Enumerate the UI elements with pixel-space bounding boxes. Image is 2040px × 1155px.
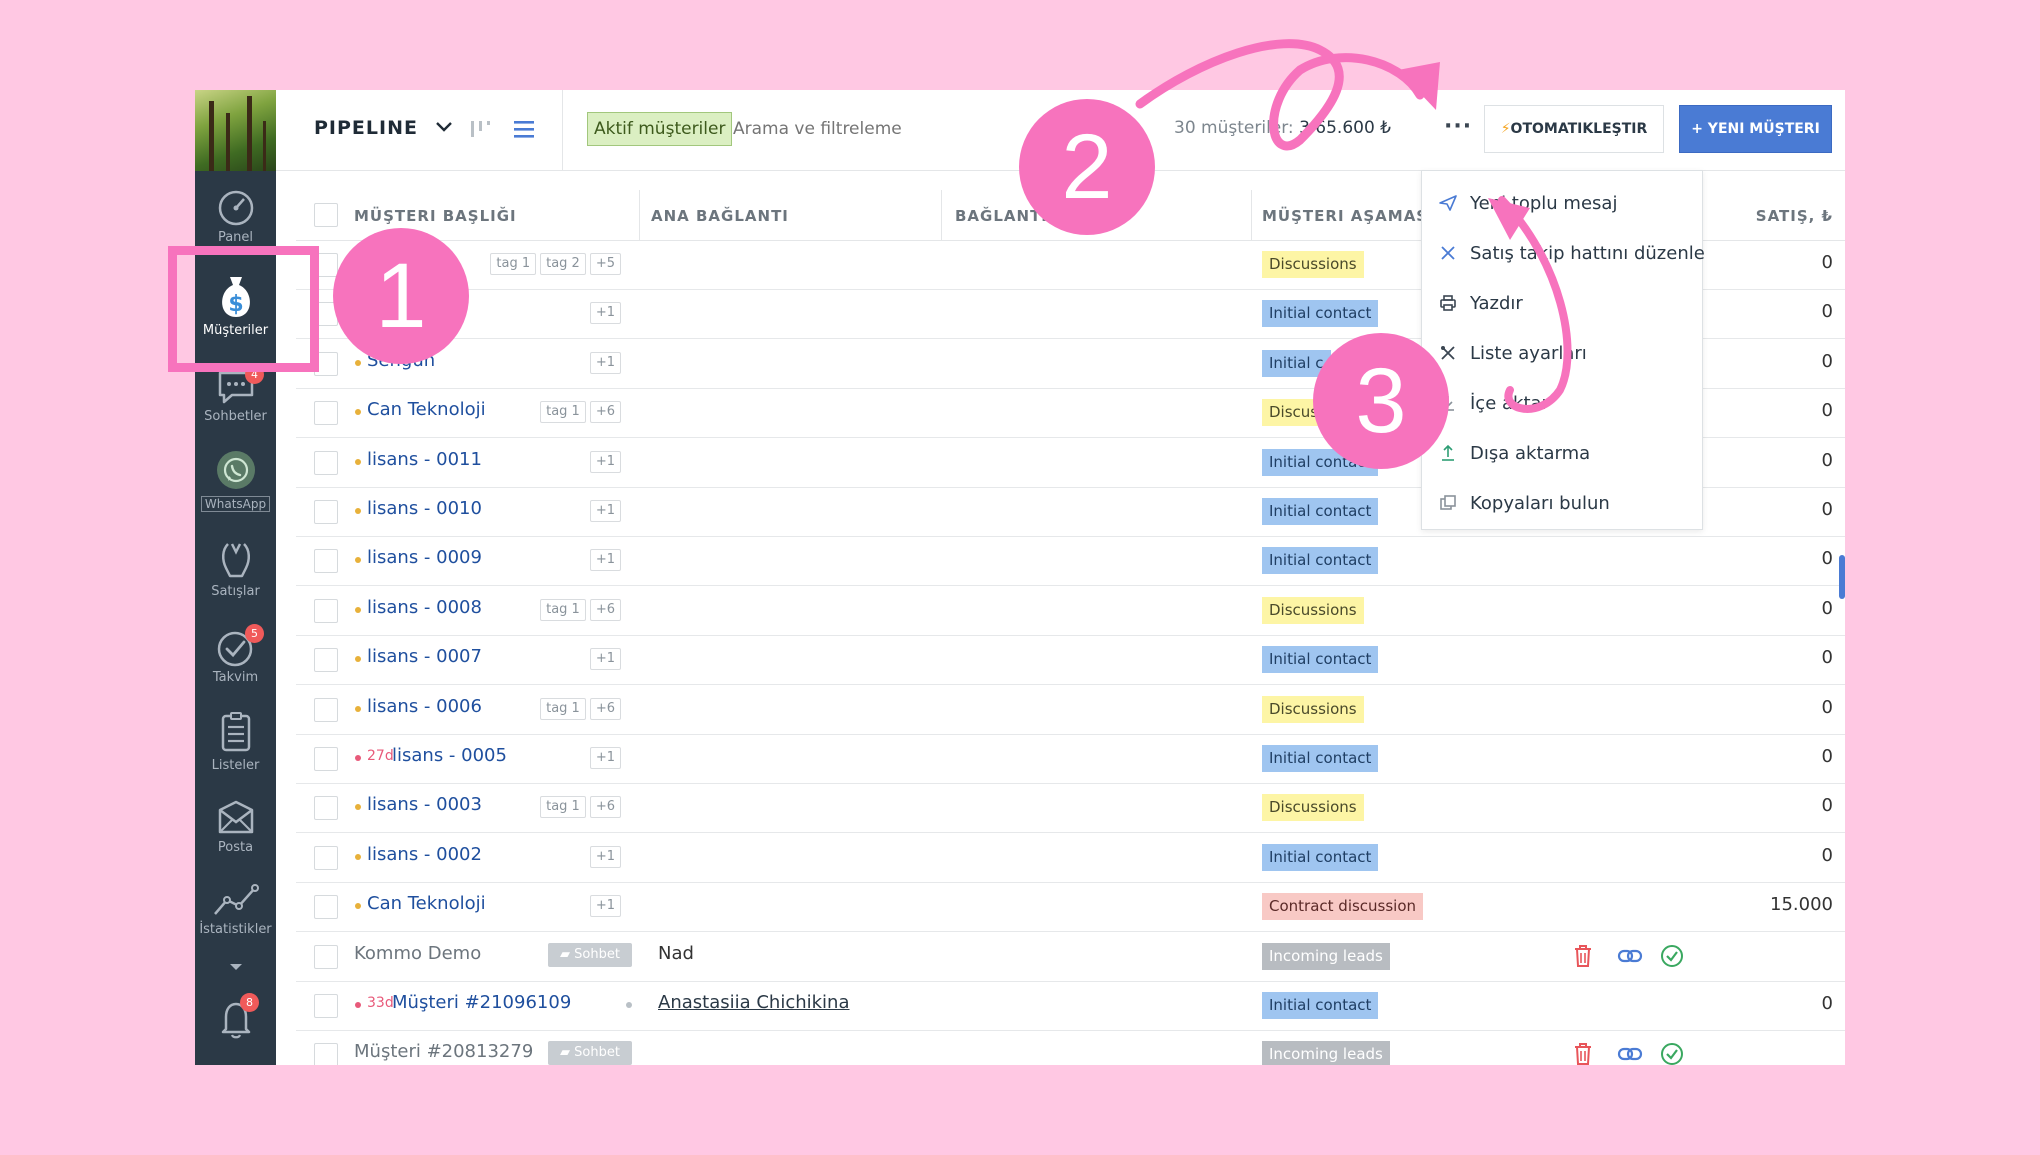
arrow-3-head <box>1488 198 1530 240</box>
arrow-2-curve <box>1135 39 1425 151</box>
annotation-arrows <box>1135 39 1572 413</box>
arrow-2-head <box>1398 62 1440 110</box>
